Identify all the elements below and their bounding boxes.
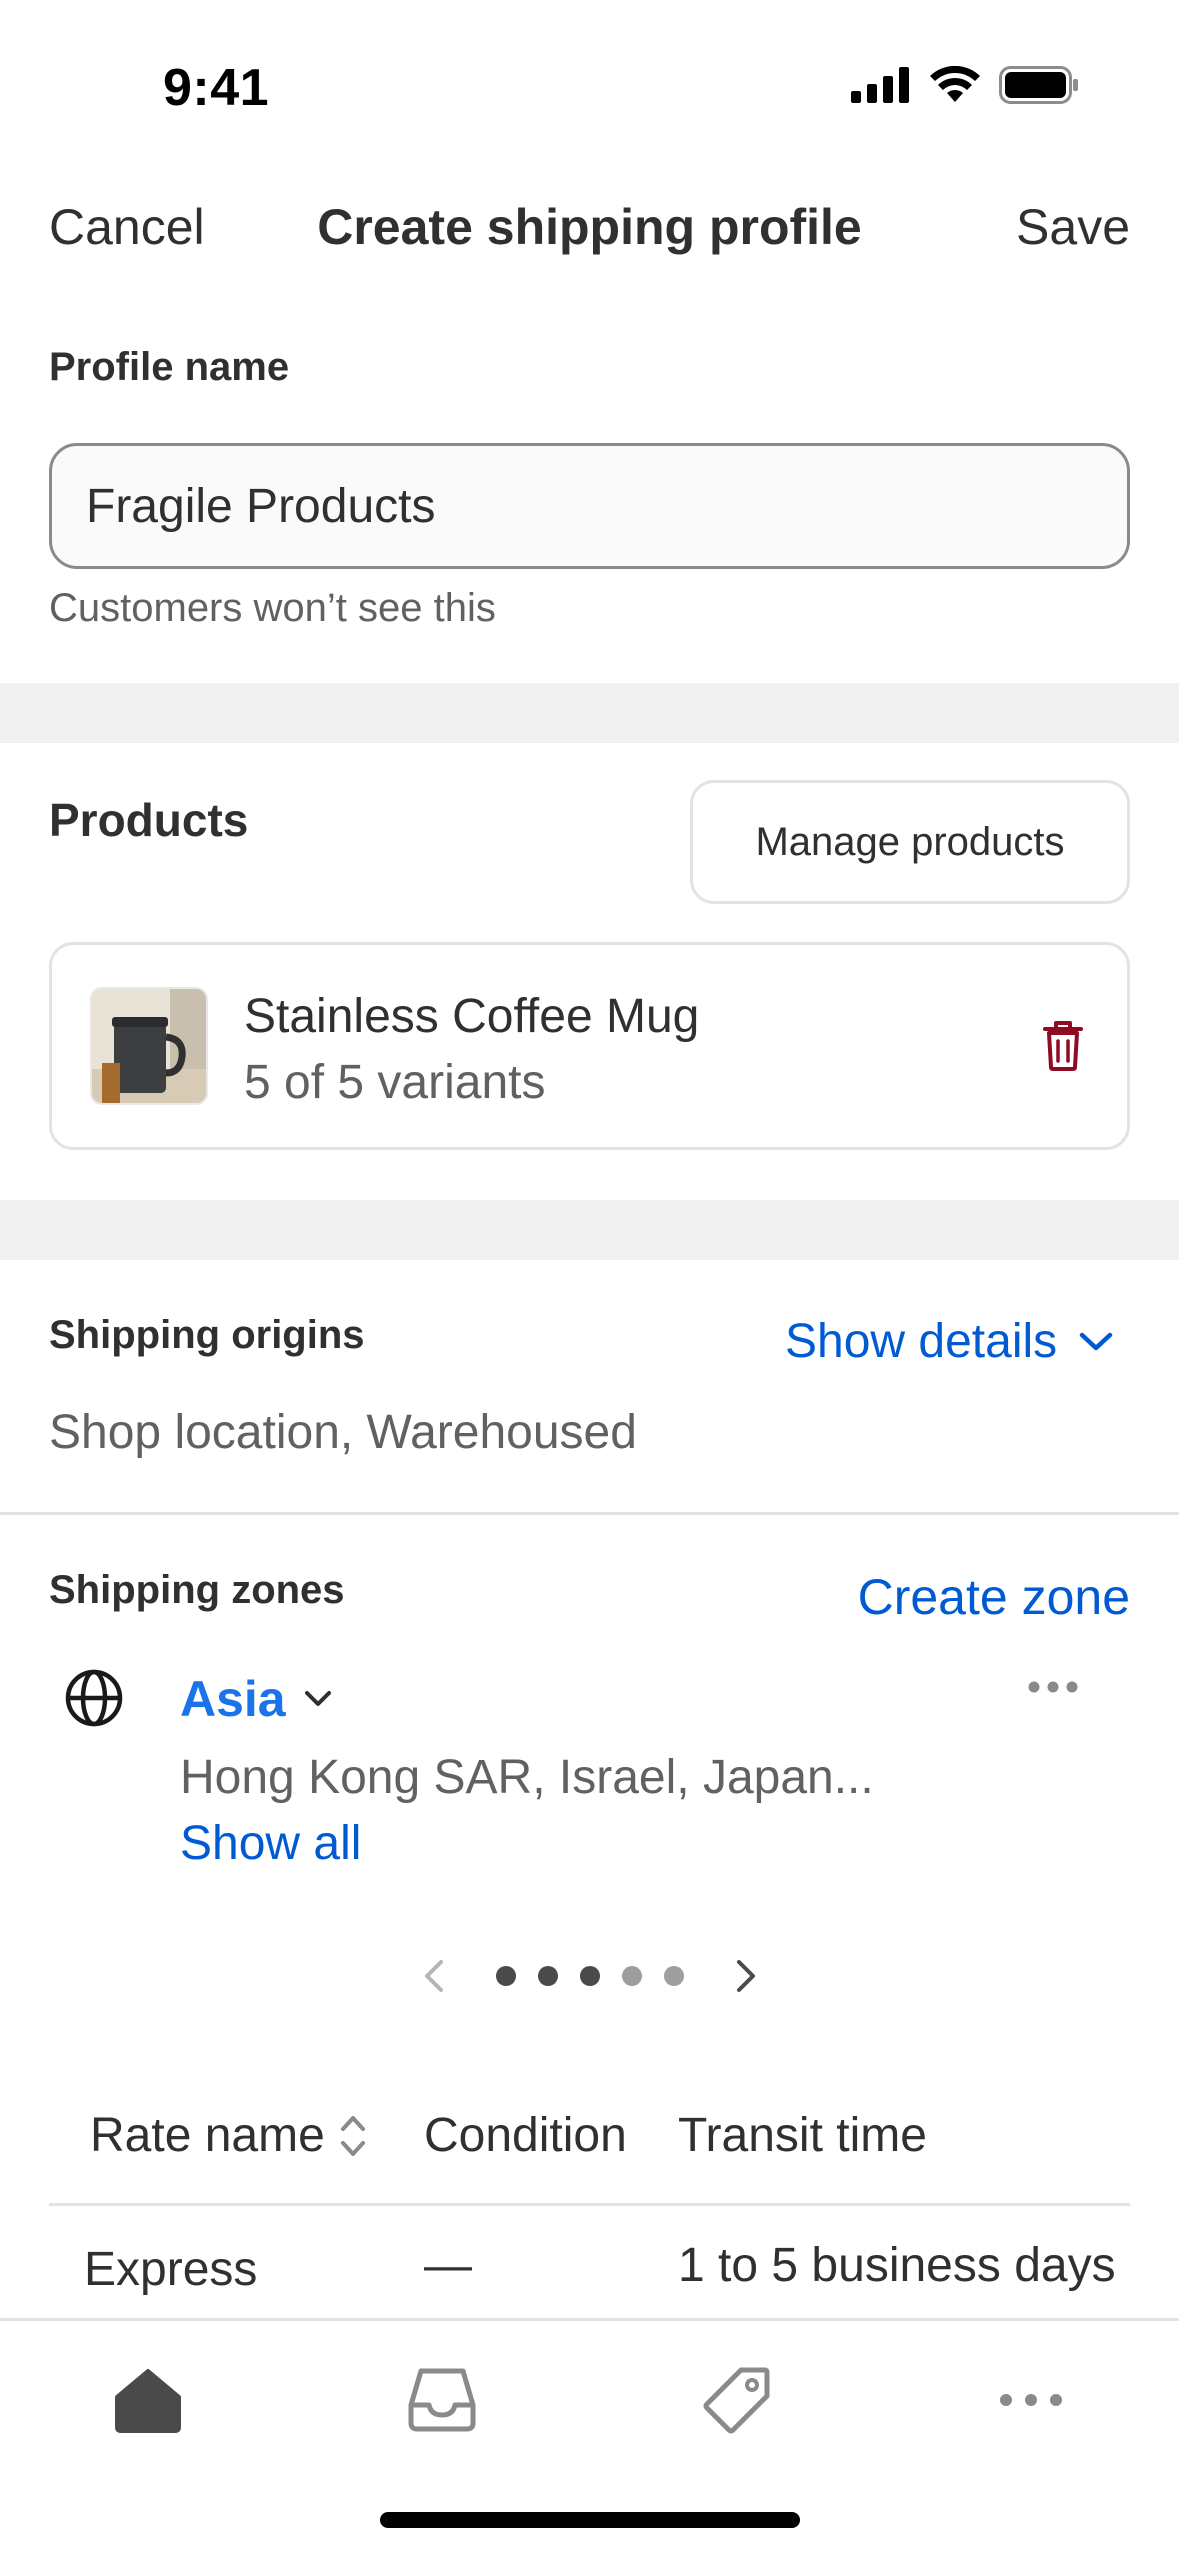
pager-dot-active[interactable]: [579, 1966, 600, 1986]
product-thumbnail: [90, 987, 208, 1105]
chevron-down-icon: [1079, 1332, 1113, 1350]
battery-icon: [999, 66, 1078, 104]
tab-home[interactable]: [88, 2355, 208, 2445]
zone-countries: Hong Kong SAR, Israel, Japan...: [180, 1751, 874, 1804]
rate-condition-cell: —: [424, 2239, 472, 2292]
rate-transit-cell: 1 to 5 business days: [678, 2239, 1116, 2292]
zone-asia-toggle[interactable]: Asia: [180, 1670, 332, 1728]
rate-name-cell: Express: [84, 2243, 258, 2296]
wifi-icon: [930, 66, 980, 102]
table-row[interactable]: Express — 1 to 5 business days: [0, 2200, 1179, 2318]
globe-icon: [64, 1668, 124, 1733]
shipping-origins-value: Shop location, Warehoused: [49, 1406, 637, 1459]
chevron-right-icon[interactable]: [734, 1958, 758, 1994]
column-header-condition: Condition: [424, 2109, 627, 2162]
home-indicator: [380, 2512, 800, 2528]
column-header-rate-name[interactable]: Rate name: [90, 2108, 367, 2163]
more-icon: [1000, 2394, 1062, 2406]
shipping-zones-heading: Shipping zones: [49, 1568, 345, 1612]
profile-name-label: Profile name: [49, 345, 290, 389]
manage-products-button[interactable]: Manage products: [690, 780, 1130, 904]
inbox-icon: [408, 2368, 476, 2432]
zone-name: Asia: [180, 1671, 286, 1727]
tab-more[interactable]: [971, 2355, 1091, 2445]
save-button[interactable]: Save: [1016, 198, 1130, 256]
profile-name-input[interactable]: Fragile Products: [49, 443, 1130, 569]
tab-products[interactable]: [677, 2355, 797, 2445]
pager-dot[interactable]: [663, 1966, 684, 1986]
product-variants: 5 of 5 variants: [244, 1056, 546, 1109]
zone-pager: [0, 1958, 1179, 1994]
section-divider: [0, 683, 1179, 743]
show-details-label: Show details: [785, 1315, 1058, 1368]
products-heading: Products: [49, 794, 249, 846]
profile-name-helper: Customers won’t see this: [49, 586, 496, 630]
column-header-transit-time: Transit time: [678, 2109, 927, 2162]
product-name: Stainless Coffee Mug: [244, 990, 700, 1043]
show-details-link[interactable]: Show details: [785, 1314, 1113, 1369]
pager-dot[interactable]: [621, 1966, 642, 1986]
create-zone-link[interactable]: Create zone: [858, 1568, 1130, 1626]
sort-icon: [340, 2115, 365, 2156]
chevron-left-icon[interactable]: [422, 1958, 446, 1994]
profile-name-value: Fragile Products: [86, 479, 436, 533]
shipping-origins-heading: Shipping origins: [49, 1313, 365, 1357]
pager-dot[interactable]: [537, 1966, 558, 1986]
home-icon: [115, 2369, 181, 2433]
show-all-link[interactable]: Show all: [180, 1816, 361, 1871]
chevron-down-icon: [304, 1691, 331, 1706]
status-time: 9:41: [163, 59, 270, 117]
more-options-icon[interactable]: [1027, 1680, 1079, 1699]
pager-dot[interactable]: [495, 1966, 516, 1986]
manage-products-label: Manage products: [755, 819, 1065, 864]
rate-name-header-label: Rate name: [90, 2109, 325, 2162]
product-card[interactable]: Stainless Coffee Mug 5 of 5 variants: [49, 942, 1130, 1150]
trash-icon[interactable]: [1043, 1021, 1083, 1076]
cellular-signal-icon: [851, 67, 909, 103]
section-divider: [0, 1200, 1179, 1260]
status-icons: [851, 66, 1079, 104]
tab-inbox[interactable]: [382, 2355, 502, 2445]
page-title: Create shipping profile: [317, 199, 862, 255]
tag-icon: [703, 2367, 770, 2434]
divider-line: [0, 1512, 1179, 1515]
